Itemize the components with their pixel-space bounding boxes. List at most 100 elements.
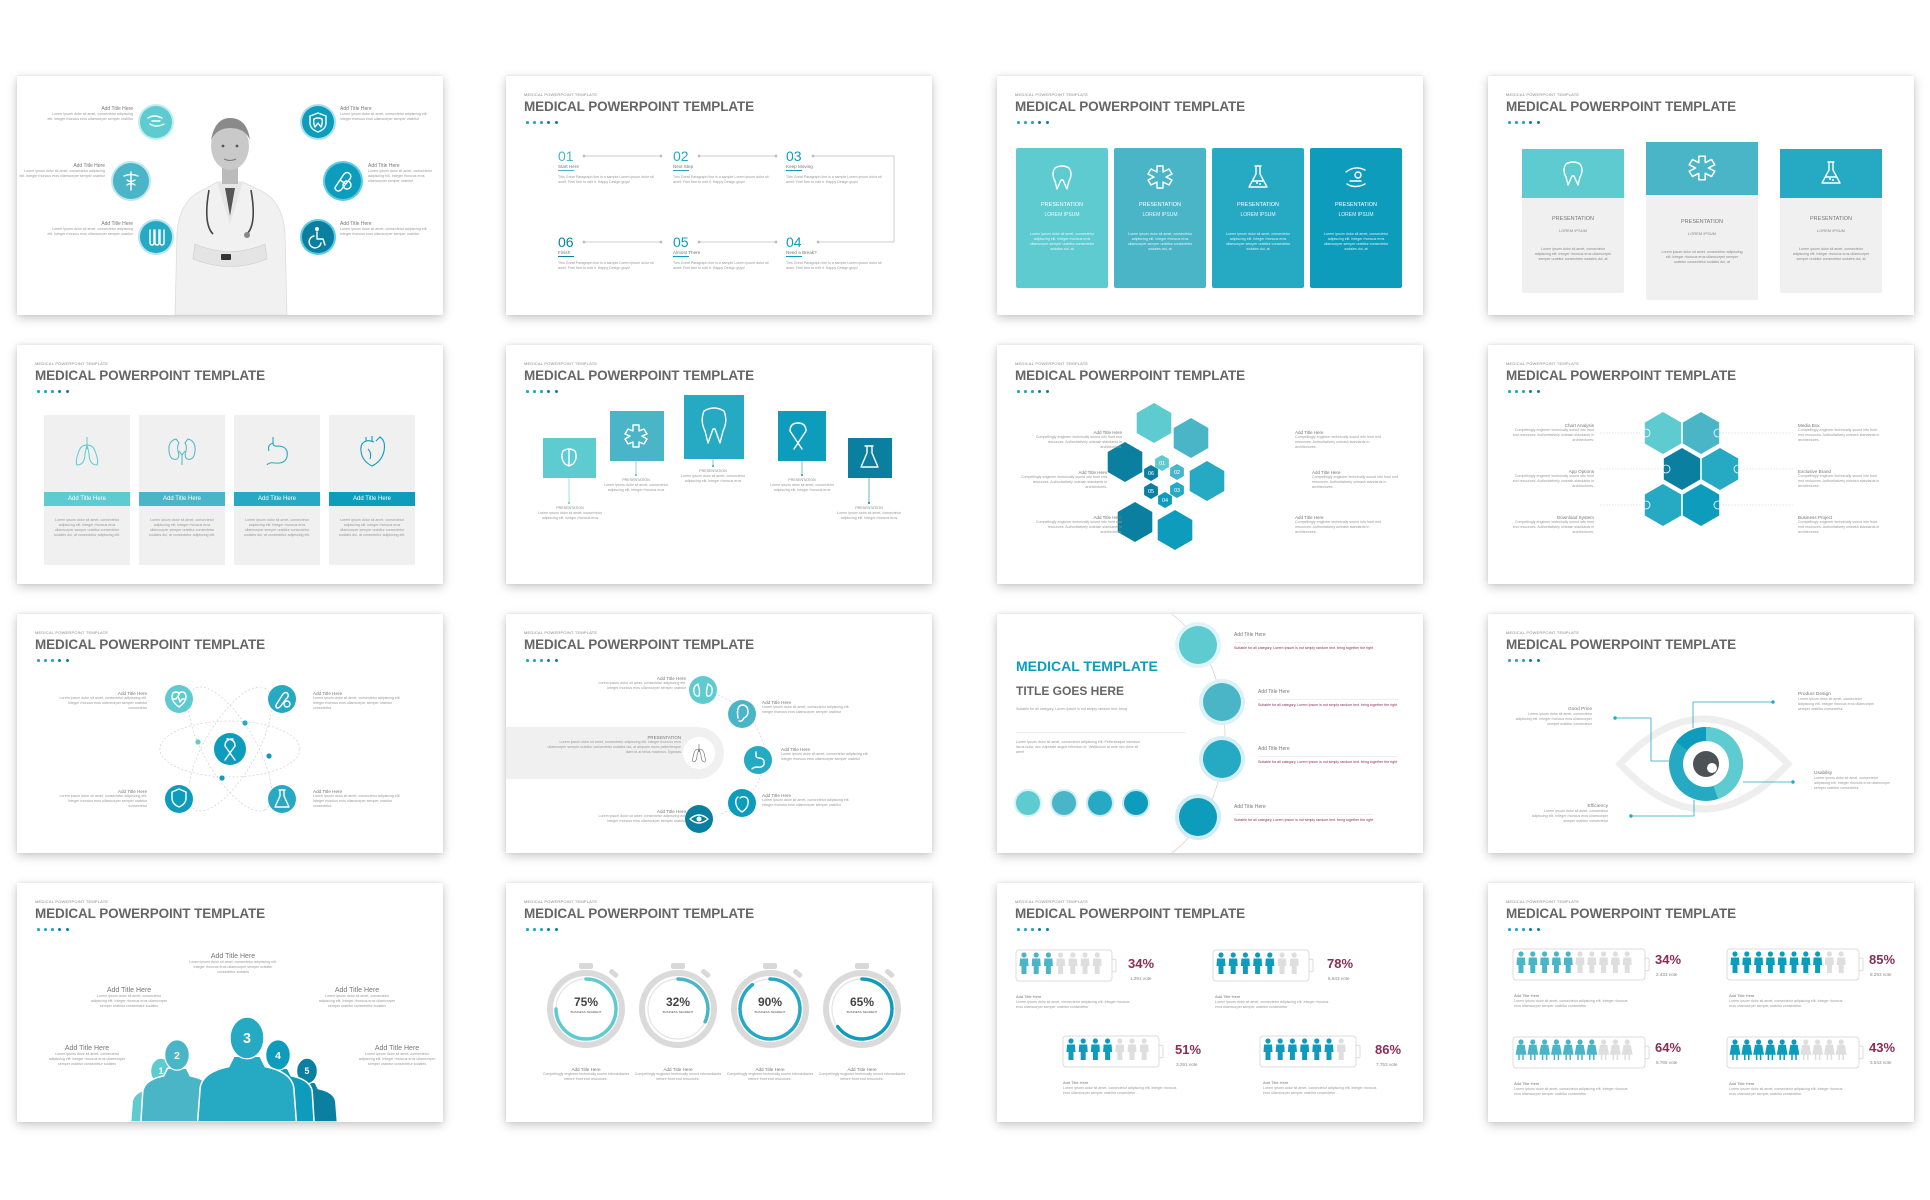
feature-item-left-1: Add Title Here Lorem ipsum dolor sit ame…: [47, 106, 134, 122]
slide-stopwatch-gauges[interactable]: MEDICAL POWERPOINT TEMPLATE MEDICAL POWE…: [506, 883, 932, 1122]
person-head: [1612, 1039, 1618, 1045]
teal-card[interactable]: PRESENTATION LOREM IPSUM Lorem ipsum dol…: [1114, 148, 1206, 288]
person-head: [1230, 952, 1236, 958]
person-label-title: Add Title Here: [334, 987, 380, 994]
gauge-value-label: 65%: [849, 995, 875, 1009]
template-body: Lorem ipsum dolor sit amet, consectetur …: [1016, 740, 1141, 754]
kidneys-icon: [1179, 626, 1217, 664]
people-battery: [1259, 1035, 1361, 1068]
organ-card[interactable]: Add Title Here Lorem ipsum dolor sit ame…: [329, 415, 415, 565]
organ-card-text: Lorem ipsum dolor sit amet, consectetur …: [53, 518, 121, 537]
stagger-text: Lorem ipsum dolor sit amet, consectetur …: [538, 511, 602, 520]
slide-atom-diagram[interactable]: MEDICAL POWERPOINT TEMPLATE MEDICAL POWE…: [17, 614, 443, 853]
honeycomb-label-left-2: App Options Compellingly engineer techni…: [1510, 469, 1594, 489]
tooth-icon: [1052, 165, 1072, 190]
step-number: 05: [673, 234, 689, 250]
teal-card[interactable]: PRESENTATION LOREM IPSUM Lorem ipsum dol…: [1212, 148, 1304, 288]
header-card[interactable]: PRESENTATION LOREM IPSUM Lorem ipsum dol…: [1522, 149, 1624, 293]
slide-hexagon-honeycomb[interactable]: MEDICAL POWERPOINT TEMPLATE MEDICAL POWE…: [1488, 345, 1914, 584]
caduceus-icon: [113, 163, 149, 199]
eye-label-text: Lorem ipsum dolor sit amet, consectetur …: [1798, 697, 1875, 711]
hex-label-1: Add Title Here Compellingly engineer tec…: [1032, 430, 1122, 450]
timeline-title: Add Title Here: [1234, 804, 1266, 810]
person-head: [1033, 952, 1039, 958]
ear-icon: [1203, 683, 1241, 721]
slide-four-teal-cards[interactable]: MEDICAL POWERPOINT TEMPLATE MEDICAL POWE…: [997, 76, 1423, 315]
process-step-03: 03 Keep Moving This Great Paragraph line…: [786, 148, 886, 185]
person-label-text: Lorem ipsum dolor sit amet, consectetur …: [358, 1052, 436, 1066]
process-step-02: 02 Next Step This Great Paragraph line i…: [673, 148, 773, 185]
person-head: [1565, 1039, 1571, 1045]
tooth-icon: [1563, 161, 1583, 186]
person-number: 1: [159, 1066, 164, 1076]
stomach-icon: [1203, 740, 1241, 778]
slide-arc-organs[interactable]: MEDICAL POWERPOINT TEMPLATE MEDICAL POWE…: [506, 614, 932, 853]
stagger-item-1: PRESENTATION Lorem ipsum dolor sit amet,…: [536, 506, 604, 521]
battery-tip: [1355, 1044, 1361, 1059]
timeline-title: Add Title Here: [1258, 746, 1290, 752]
template-intro: Suitable for all category, Lorem Ipsum i…: [1016, 707, 1127, 711]
brain-icon: [1189, 461, 1225, 501]
lungs-icon: [683, 737, 715, 769]
person-head: [1542, 1039, 1548, 1045]
gauge-1-footer: Add Title Here Compellingly engineer tec…: [540, 1067, 632, 1082]
person-label-text: Lorem ipsum dolor sit amet, consectetur …: [90, 994, 168, 1008]
battery-pct: 64%: [1655, 1040, 1682, 1055]
atom-label-text: Lorem ipsum dolor sit amet, consectetur …: [59, 794, 148, 808]
person-head: [1553, 951, 1559, 957]
slide-organ-cards[interactable]: MEDICAL POWERPOINT TEMPLATE MEDICAL POWE…: [17, 345, 443, 584]
hex-label-6: Add Title Here Compellingly engineer tec…: [1295, 515, 1385, 535]
pills-icon: [325, 163, 361, 199]
gauge-text: Compellingly engineer technically sound …: [634, 1072, 722, 1081]
slide-people-battery-7[interactable]: MEDICAL POWERPOINT TEMPLATE MEDICAL POWE…: [997, 883, 1423, 1122]
card-title: PRESENTATION: [1041, 202, 1083, 208]
arc-label-text: Lorem ipsum dolor sit amet, consectetur …: [781, 752, 869, 761]
person-label-text: Lorem ipsum dolor sit amet, consectetur …: [48, 1052, 126, 1066]
honeycomb-label-text: Compellingly engineer technically sound …: [1798, 520, 1880, 534]
hex-label-text: Compellingly engineer technically sound …: [1020, 475, 1107, 489]
stagger-text: Lorem ipsum dolor sit amet, consectetur …: [770, 483, 834, 492]
arc-label-2: Add Title Here Lorem ipsum dolor sit ame…: [762, 700, 852, 715]
organ-card[interactable]: Add Title Here Lorem ipsum dolor sit ame…: [44, 415, 130, 565]
card-subtitle: LOREM IPSUM: [1687, 231, 1716, 236]
teal-card[interactable]: PRESENTATION LOREM IPSUM Lorem ipsum dol…: [1016, 148, 1108, 288]
organ-card[interactable]: Add Title Here Lorem ipsum dolor sit ame…: [234, 415, 320, 565]
hex-number: 04: [1162, 498, 1168, 504]
person-head: [1589, 1039, 1595, 1045]
step-number: 06: [558, 234, 574, 250]
gauge-4-footer: Add Title Here Compellingly engineer tec…: [816, 1067, 908, 1082]
slide-people-silhouettes[interactable]: MEDICAL POWERPOINT TEMPLATE MEDICAL POWE…: [17, 883, 443, 1122]
battery-text: Lorem ipsum dolor sit amet, consectetur …: [1016, 1000, 1130, 1009]
feature-text: Lorem ipsum dolor sit amet, consectetur …: [19, 169, 106, 178]
gauge-caption: BUSINESS SEGMENT: [570, 1010, 602, 1014]
lungs-icon: [75, 437, 99, 466]
slide-three-header-cards[interactable]: MEDICAL POWERPOINT TEMPLATE MEDICAL POWE…: [1488, 76, 1914, 315]
hex-number: 05: [1148, 489, 1154, 495]
person-head: [1530, 1039, 1536, 1045]
slide-medical-template-title[interactable]: MEDICAL TEMPLATE TITLE GOES HERE Suitabl…: [997, 614, 1423, 853]
arc-label-text: Lorem ipsum dolor sit amet, consectetur …: [762, 798, 850, 807]
person-head: [1289, 1038, 1295, 1044]
gauge-3-texts: 90% BUSINESS SEGMENT: [724, 995, 816, 1014]
header-card[interactable]: PRESENTATION LOREM IPSUM Lorem ipsum dol…: [1780, 149, 1882, 293]
slide-kicker: MEDICAL POWERPOINT TEMPLATE: [1015, 92, 1089, 97]
hex-number: 02: [1174, 470, 1180, 476]
person-label-1: Add Title Here Lorem ipsum dolor sit ame…: [47, 1045, 127, 1067]
battery-title: Add Title Here: [1215, 994, 1241, 999]
slide-doctor-features[interactable]: Add Title Here Lorem ipsum dolor sit ame…: [17, 76, 443, 315]
flask-icon: [848, 438, 892, 478]
slide-people-battery-10[interactable]: MEDICAL POWERPOINT TEMPLATE MEDICAL POWE…: [1488, 883, 1914, 1122]
slide-eye-diagram[interactable]: MEDICAL POWERPOINT TEMPLATE MEDICAL POWE…: [1488, 614, 1914, 853]
person-head: [1601, 951, 1607, 957]
person-head: [1117, 1038, 1123, 1044]
slide-staggered-squares[interactable]: MEDICAL POWERPOINT TEMPLATE MEDICAL POWE…: [506, 345, 932, 584]
slide-hexagon-flower[interactable]: MEDICAL POWERPOINT TEMPLATE MEDICAL POWE…: [997, 345, 1423, 584]
people-battery: [1512, 1036, 1650, 1069]
teal-card[interactable]: PRESENTATION LOREM IPSUM Lorem ipsum dol…: [1310, 148, 1402, 288]
header-card[interactable]: PRESENTATION LOREM IPSUM Lorem ipsum dol…: [1646, 142, 1758, 300]
person-head: [1141, 1038, 1147, 1044]
organ-card[interactable]: Add Title Here Lorem ipsum dolor sit ame…: [139, 415, 225, 565]
slide-process-steps[interactable]: MEDICAL POWERPOINT TEMPLATE MEDICAL POWE…: [506, 76, 932, 315]
timeline-title: Add Title Here: [1258, 689, 1290, 695]
hex-number: 01: [1159, 461, 1165, 467]
